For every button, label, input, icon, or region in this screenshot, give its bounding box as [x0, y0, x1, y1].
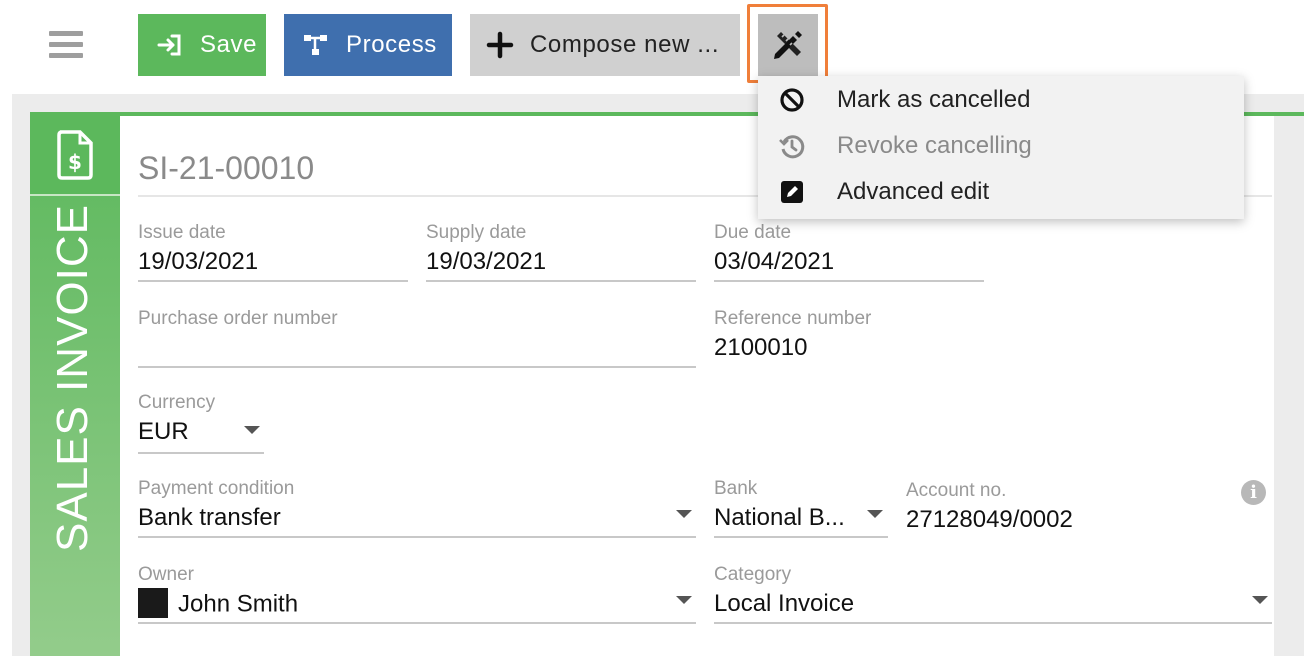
supply-date-label: Supply date [426, 222, 527, 243]
avatar [138, 588, 168, 618]
owner-select[interactable]: Owner John Smith [138, 564, 696, 624]
bank-value: National B... [714, 504, 845, 531]
history-icon [779, 135, 805, 159]
owner-label: Owner [138, 564, 194, 585]
reference-number-label: Reference number [714, 308, 872, 329]
info-icon[interactable]: i [1241, 480, 1266, 505]
payment-condition-select[interactable]: Payment condition Bank transfer [138, 478, 696, 538]
category-label: Category [714, 564, 792, 585]
document-number: SI-21-00010 [138, 150, 315, 186]
currency-label: Currency [138, 392, 216, 413]
category-select[interactable]: Category Local Invoice [714, 564, 1272, 624]
bank-select[interactable]: Bank National B... [714, 478, 888, 538]
due-date-label: Due date [714, 222, 792, 243]
chevron-down-icon [1252, 596, 1268, 604]
bank-label: Bank [714, 478, 758, 499]
document-type-title: SALES INVOICE [48, 203, 97, 552]
menu-item-label: Revoke cancelling [837, 132, 1032, 159]
issue-date-label: Issue date [138, 222, 226, 243]
menu-item-advanced-edit[interactable]: Advanced edit [758, 169, 1244, 215]
menu-item-label: Mark as cancelled [837, 86, 1031, 113]
menu-item-mark-cancelled[interactable]: Mark as cancelled [758, 77, 1244, 123]
payment-condition-label: Payment condition [138, 478, 295, 499]
chevron-down-icon [676, 510, 692, 518]
plus-icon [486, 31, 514, 59]
ban-icon [780, 88, 804, 112]
save-button[interactable]: Save [138, 14, 266, 76]
purchase-order-label: Purchase order number [138, 308, 338, 329]
owner-value-wrap: John Smith [138, 588, 696, 620]
issue-date-field[interactable]: Issue date 19/03/2021 [138, 222, 408, 282]
account-number-field[interactable]: Account no. 27128049/0002 [906, 480, 1226, 540]
due-date-value: 03/04/2021 [714, 248, 835, 275]
tools-highlight-frame [747, 4, 828, 83]
owner-value: John Smith [178, 590, 299, 618]
process-label: Process [346, 31, 437, 58]
edit-icon [781, 181, 803, 203]
due-date-field[interactable]: Due date 03/04/2021 [714, 222, 984, 282]
save-label: Save [200, 31, 258, 58]
invoice-dollar-icon: $ [57, 130, 93, 180]
chevron-down-icon [244, 426, 260, 434]
tools-dropdown-menu: Mark as cancelled Revoke cancelling Adva… [758, 76, 1244, 219]
supply-date-field[interactable]: Supply date 19/03/2021 [426, 222, 696, 282]
issue-date-value: 19/03/2021 [138, 248, 259, 275]
reference-number-value: 2100010 [714, 334, 808, 361]
chevron-down-icon [676, 596, 692, 604]
chevron-down-icon [867, 510, 883, 518]
menu-item-label: Advanced edit [837, 178, 990, 205]
process-button[interactable]: Process [284, 14, 452, 76]
compose-new-button[interactable]: Compose new ... [470, 14, 740, 76]
category-value: Local Invoice [714, 590, 855, 617]
hamburger-icon[interactable] [49, 31, 83, 59]
sign-in-icon [157, 34, 181, 56]
sitemap-icon [304, 35, 327, 55]
account-number-value: 27128049/0002 [906, 506, 1073, 533]
account-number-label: Account no. [906, 480, 1007, 501]
menu-item-revoke-cancelling[interactable]: Revoke cancelling [758, 123, 1244, 169]
reference-number-field[interactable]: Reference number 2100010 [714, 308, 1114, 368]
currency-select[interactable]: Currency EUR [138, 392, 264, 454]
compose-label: Compose new ... [530, 31, 720, 58]
svg-text:$: $ [68, 150, 82, 174]
purchase-order-field[interactable]: Purchase order number [138, 308, 696, 368]
payment-condition-value: Bank transfer [138, 504, 281, 531]
supply-date-value: 19/03/2021 [426, 248, 547, 275]
side-header: $ [30, 116, 120, 196]
